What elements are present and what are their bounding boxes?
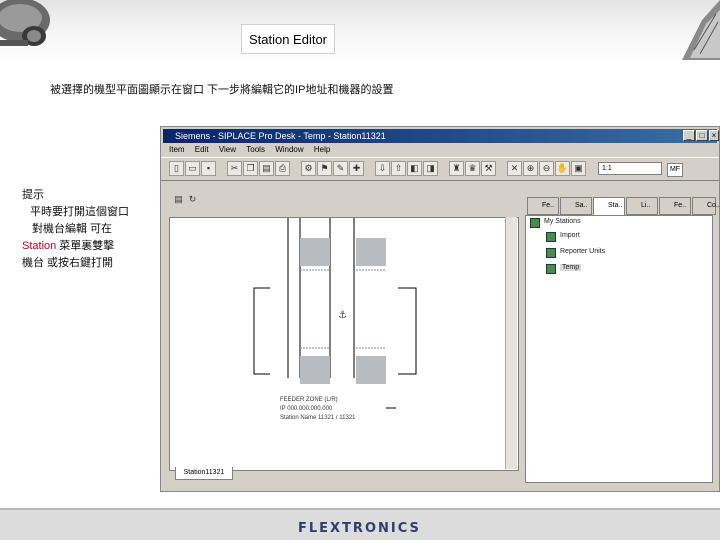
window-titlebar: Siemens - SIPLACE Pro Desk - Temp - Stat… bbox=[163, 129, 717, 143]
menu-item[interactable]: Edit bbox=[195, 143, 209, 157]
minimize-button[interactable]: _ bbox=[683, 130, 695, 141]
vertical-scrollbar[interactable] bbox=[505, 217, 517, 469]
tab-stations[interactable]: Sta.. bbox=[593, 197, 625, 215]
side-note-text: 菜單裏雙擊 bbox=[56, 240, 115, 252]
new-icon[interactable]: ▯ bbox=[169, 161, 184, 176]
zoom-icon[interactable]: ⊖ bbox=[539, 161, 554, 176]
tab-feeders[interactable]: Fe.. bbox=[527, 197, 559, 215]
tool-icon[interactable]: ⇧ bbox=[391, 161, 406, 176]
station-layout-drawing: ⚓ bbox=[253, 218, 417, 409]
svg-text:⚓: ⚓ bbox=[338, 310, 347, 321]
zoom-combo[interactable]: 1:1 bbox=[598, 162, 662, 175]
tool-icon[interactable]: ◧ bbox=[407, 161, 422, 176]
tree-root[interactable]: My Stations bbox=[544, 218, 581, 225]
side-note-line: 提示 bbox=[22, 189, 44, 201]
tool-icon[interactable]: ⚑ bbox=[317, 161, 332, 176]
side-note: 提示 平時要打開這個窗口 對機台編輯 可在 Station 菜單裏雙擊 機台 或… bbox=[22, 187, 152, 272]
tool-icon[interactable]: ◨ bbox=[423, 161, 438, 176]
refresh-icon[interactable]: ↻ bbox=[185, 193, 200, 208]
slide-title: Station Editor bbox=[241, 24, 335, 54]
projector-icon bbox=[0, 0, 50, 46]
print-icon[interactable]: ⎙ bbox=[275, 161, 290, 176]
projector-right-icon bbox=[682, 0, 720, 60]
side-note-line: Station 菜單裏雙擊 bbox=[22, 238, 152, 255]
menu-item[interactable]: Window bbox=[275, 143, 303, 157]
menu-item[interactable]: Tools bbox=[246, 143, 265, 157]
menu-item[interactable]: Item bbox=[169, 143, 185, 157]
station-node-icon bbox=[546, 264, 556, 274]
menu-item[interactable]: View bbox=[219, 143, 236, 157]
side-note-line: 對機台編輯 可在 bbox=[32, 223, 113, 235]
combo-label: MF bbox=[667, 163, 683, 177]
info-line: FEEDER ZONE (L/R) bbox=[280, 397, 338, 403]
tab-co[interactable]: Co.. bbox=[692, 197, 720, 215]
side-note-line: 機台 或按右鍵打開 bbox=[22, 257, 114, 269]
info-line: Station Name 11321 / 11321 bbox=[280, 415, 356, 421]
tool-icon[interactable]: ✚ bbox=[349, 161, 364, 176]
tree-item-import[interactable]: Import bbox=[560, 232, 580, 239]
station-canvas[interactable]: ⚓ FEEDER ZONE (L/R) IP 000.000.000.000 S… bbox=[169, 217, 519, 471]
save-icon[interactable]: ▪ bbox=[201, 161, 216, 176]
menu-item[interactable]: Help bbox=[314, 143, 330, 157]
info-line: IP 000.000.000.000 bbox=[280, 406, 333, 412]
folder-icon bbox=[530, 218, 540, 228]
tree-item-temp[interactable]: Temp bbox=[560, 264, 582, 271]
tool-icon[interactable]: ✎ bbox=[333, 161, 348, 176]
tool-icon[interactable]: ▣ bbox=[571, 161, 586, 176]
tab-fe[interactable]: Fe.. bbox=[659, 197, 691, 215]
tree-item-reporter[interactable]: Reporter Units bbox=[560, 248, 605, 255]
station-node-icon bbox=[546, 232, 556, 242]
cut-icon[interactable]: ✂ bbox=[227, 161, 242, 176]
tool-icon[interactable]: ♜ bbox=[449, 161, 464, 176]
tool-icon[interactable]: ⚒ bbox=[481, 161, 496, 176]
tool-icon[interactable]: ⇩ bbox=[375, 161, 390, 176]
app-window: Siemens - SIPLACE Pro Desk - Temp - Stat… bbox=[160, 126, 720, 492]
open-icon[interactable]: ▭ bbox=[185, 161, 200, 176]
tab-station[interactable]: Station11321 bbox=[175, 467, 233, 480]
flextronics-logo: FLEXTRONICS bbox=[298, 521, 421, 536]
tab-sa[interactable]: Sa.. bbox=[560, 197, 592, 215]
menu-bar: Item Edit View Tools Window Help bbox=[161, 143, 719, 157]
copy-icon[interactable]: ❐ bbox=[243, 161, 258, 176]
station-keyword: Station bbox=[22, 240, 57, 252]
station-info: FEEDER ZONE (L/R) IP 000.000.000.000 Sta… bbox=[280, 396, 356, 423]
station-tree: My Stations Import Reporter Units Temp bbox=[525, 215, 713, 483]
paste-icon[interactable]: ▤ bbox=[259, 161, 274, 176]
side-note-line: 平時要打開這個窗口 bbox=[30, 206, 129, 218]
zoom-icon[interactable]: ⊕ bbox=[523, 161, 538, 176]
tab-lines[interactable]: Li.. bbox=[626, 197, 658, 215]
tool-icon[interactable]: ⚙ bbox=[301, 161, 316, 176]
slide-subtitle: 被選擇的機型平面圖顯示在窗口 下一步將編輯它的IP地址和機器的設置 bbox=[50, 84, 394, 96]
station-icon[interactable]: ▤ bbox=[171, 193, 186, 208]
close-button[interactable]: × bbox=[709, 130, 719, 141]
header-band bbox=[0, 0, 720, 62]
station-node-icon bbox=[546, 248, 556, 258]
tool-icon[interactable]: ✋ bbox=[555, 161, 570, 176]
tool-icon[interactable]: ✕ bbox=[507, 161, 522, 176]
tool-icon[interactable]: ♛ bbox=[465, 161, 480, 176]
maximize-button[interactable]: □ bbox=[696, 130, 708, 141]
